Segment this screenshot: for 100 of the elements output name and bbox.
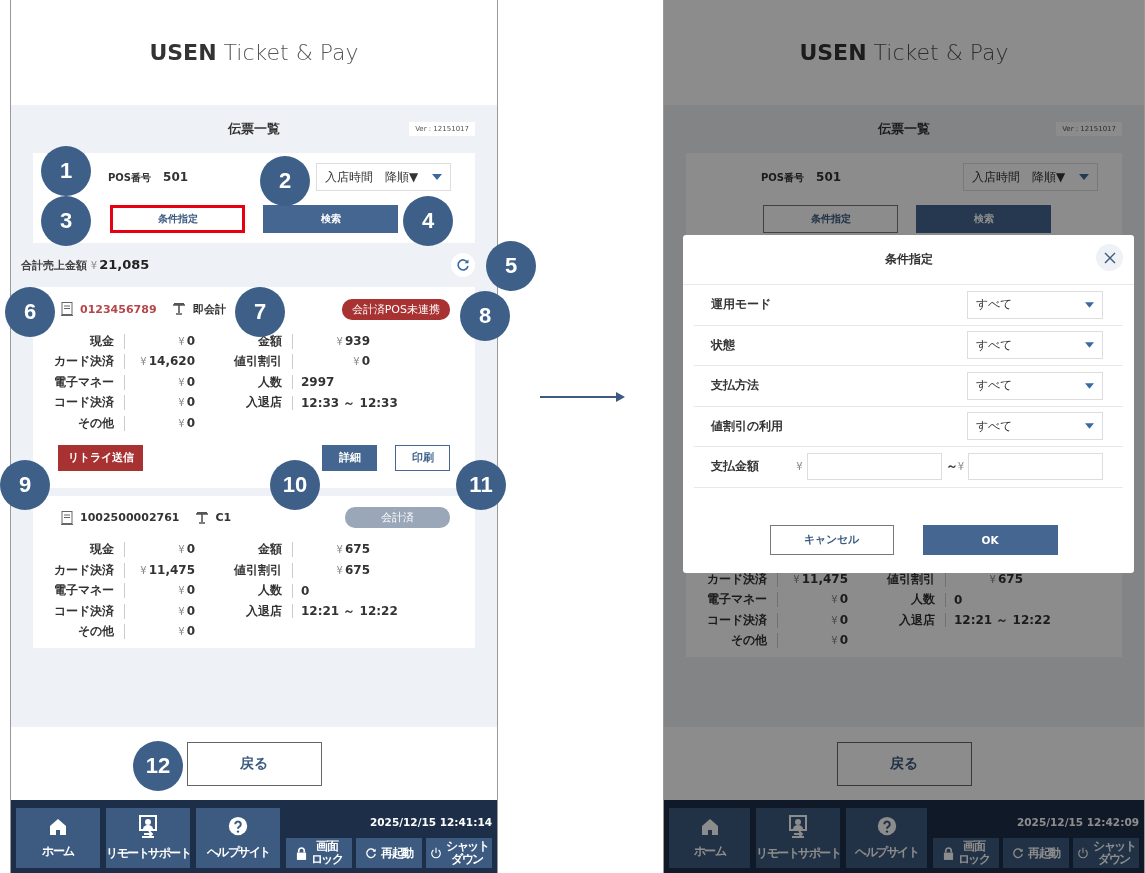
back-button[interactable]: 戻る	[186, 741, 322, 786]
field-label: コード決済	[706, 611, 768, 629]
field-value: 2997	[292, 375, 335, 390]
app-logo: USEN Ticket & Pay	[799, 40, 1009, 65]
sort-dropdown[interactable]: 入店時間 降順▼	[963, 163, 1098, 191]
filter-button[interactable]: 条件指定	[110, 205, 245, 233]
field-value: ¥ 0	[777, 612, 848, 628]
field-label: その他	[77, 414, 115, 432]
restart-button[interactable]: 再起動	[1003, 838, 1069, 868]
help-nav-button[interactable]: ヘルプサイト	[196, 808, 280, 868]
back-button[interactable]: 戻る	[836, 741, 972, 786]
app-logo: USEN Ticket & Pay	[149, 40, 359, 65]
field-label: 支払金額	[711, 458, 759, 476]
refresh-icon[interactable]	[451, 253, 475, 277]
field-value: ¥ 0	[124, 415, 195, 431]
status-badge: 会計済POS未連携	[341, 298, 450, 320]
field-label: 電子マネー	[706, 591, 768, 609]
pos-label: POS番号	[108, 170, 152, 185]
field-value: 12:21 ～ 12:22	[945, 613, 1051, 628]
field-value: 12:21 ～ 12:22	[292, 604, 398, 619]
lock-icon	[942, 846, 954, 860]
dialog-title: 条件指定	[884, 251, 933, 268]
ticket-number: 0123456789	[80, 302, 157, 316]
restart-button[interactable]: 再起動	[356, 838, 422, 868]
select-field[interactable]: すべて	[967, 371, 1103, 400]
close-button[interactable]	[1096, 244, 1123, 271]
field-label: その他	[730, 632, 768, 650]
power-icon	[1077, 847, 1089, 859]
help-nav-button[interactable]: ヘルプサイト	[846, 808, 927, 868]
select-field[interactable]: すべて	[967, 290, 1103, 319]
field-label: カード決済	[53, 353, 115, 371]
field-label: コード決済	[53, 602, 115, 620]
home-icon	[699, 816, 720, 837]
field-value: 12:33 ～ 12:33	[292, 395, 398, 410]
select-field[interactable]: すべて	[967, 412, 1103, 441]
home-nav-button[interactable]: ホーム	[669, 808, 750, 868]
amount-to-field[interactable]	[968, 453, 1103, 481]
sort-dropdown[interactable]: 入店時間 降順▼	[316, 163, 451, 191]
restart-icon	[1012, 847, 1025, 859]
field-label: カード決済	[706, 570, 768, 588]
lock-button[interactable]: 画面 ロック	[286, 838, 352, 868]
help-icon	[227, 815, 249, 838]
select-field[interactable]: すべて	[967, 331, 1103, 360]
shutdown-button[interactable]: シャット ダウン	[426, 838, 492, 868]
page-title: 伝票一覧	[228, 120, 280, 138]
field-value: ¥ 0	[292, 354, 370, 370]
receipt-icon	[61, 510, 73, 525]
retry-button[interactable]: リトライ送信	[58, 444, 143, 471]
receipt-icon	[61, 302, 73, 316]
field-label: その他	[77, 623, 115, 641]
field-label: 値引割引	[233, 561, 283, 579]
power-icon	[430, 847, 442, 859]
currency-sign: ¥	[957, 461, 964, 473]
field-label: 運用モード	[711, 296, 771, 314]
field-value: ¥ 0	[124, 603, 195, 619]
field-label: 人数	[257, 582, 283, 600]
table-name: 即会計	[192, 301, 226, 317]
field-label: カード決済	[53, 561, 115, 579]
lock-icon	[295, 846, 307, 860]
datetime: 2025/12/15 12:42:09	[1017, 816, 1139, 828]
caret-icon	[1079, 174, 1089, 180]
help-icon	[875, 815, 898, 838]
remote-nav-button[interactable]: リモートサポート	[756, 808, 840, 868]
field-label: 値引割引	[886, 570, 936, 588]
ok-button[interactable]: OK	[922, 525, 1058, 555]
search-button[interactable]: 検索	[263, 205, 398, 233]
field-label: 現金	[88, 332, 115, 350]
table-icon	[194, 511, 209, 524]
field-label: 支払方法	[711, 377, 759, 395]
status-badge: 会計済	[345, 507, 450, 528]
field-value: ¥ 675	[292, 542, 370, 558]
print-button[interactable]: 印刷	[395, 444, 450, 471]
callout-number: 9	[0, 460, 50, 510]
table-icon	[171, 303, 186, 315]
pos-value: 501	[163, 169, 189, 184]
field-label: 状態	[711, 336, 735, 354]
lock-button[interactable]: 画面 ロック	[933, 838, 999, 868]
field-value: ¥ 0	[124, 624, 195, 640]
person-monitor-icon	[788, 814, 808, 839]
shutdown-button[interactable]: シャット ダウン	[1073, 838, 1139, 868]
home-nav-button[interactable]: ホーム	[16, 808, 100, 868]
restart-icon	[365, 847, 378, 859]
field-value: ¥ 0	[124, 333, 195, 349]
field-label: 入退店	[245, 602, 283, 620]
caret-icon	[1085, 423, 1094, 430]
arrow-icon	[540, 391, 626, 403]
search-button[interactable]: 検索	[916, 205, 1051, 233]
home-icon	[48, 816, 68, 837]
field-label: 人数	[257, 373, 283, 391]
total-sales: 合計売上金額 ¥21,085	[21, 257, 150, 273]
field-label: 電子マネー	[53, 373, 115, 391]
callout-number: 5	[486, 241, 536, 291]
cancel-button[interactable]: キャンセル	[769, 525, 894, 555]
amount-from-field[interactable]	[806, 453, 942, 481]
remote-nav-button[interactable]: リモートサポート	[106, 808, 190, 868]
field-value: 0	[292, 583, 310, 598]
detail-button[interactable]: 詳細	[322, 444, 377, 471]
field-label: 入退店	[898, 611, 936, 629]
field-value: 0	[945, 592, 963, 607]
filter-button[interactable]: 条件指定	[763, 205, 898, 233]
